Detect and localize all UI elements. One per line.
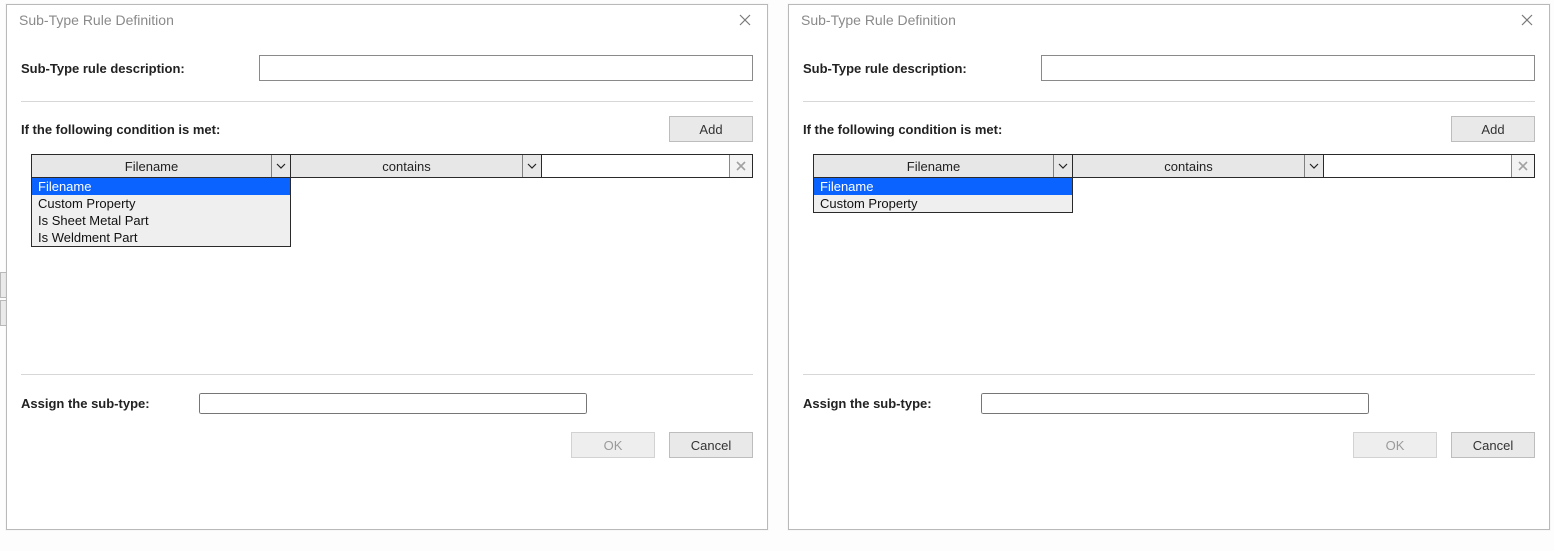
field-combobox-value: Filename	[32, 159, 271, 174]
delete-row-icon[interactable]	[1511, 155, 1534, 177]
ok-button[interactable]: OK	[1353, 432, 1437, 458]
operator-combobox[interactable]: contains	[1073, 155, 1324, 177]
operator-combobox-value: contains	[1073, 159, 1304, 174]
assign-input[interactable]	[199, 393, 587, 414]
add-button[interactable]: Add	[1451, 116, 1535, 142]
operator-combobox-value: contains	[291, 159, 522, 174]
description-input[interactable]	[259, 55, 753, 81]
description-row: Sub-Type rule description:	[21, 43, 753, 102]
chevron-down-icon	[271, 155, 290, 177]
field-combobox-value: Filename	[814, 159, 1053, 174]
dialog-title: Sub-Type Rule Definition	[801, 12, 1513, 28]
condition-label: If the following condition is met:	[21, 122, 220, 137]
cancel-button[interactable]: Cancel	[669, 432, 753, 458]
dropdown-option[interactable]: Is Sheet Metal Part	[32, 212, 290, 229]
assign-row: Assign the sub-type:	[21, 374, 753, 428]
dropdown-option[interactable]: Custom Property	[814, 195, 1072, 212]
chevron-down-icon	[1053, 155, 1072, 177]
assign-label: Assign the sub-type:	[803, 396, 981, 411]
field-combobox[interactable]: Filename	[814, 155, 1073, 177]
condition-row: Filename contains	[31, 154, 753, 178]
description-label: Sub-Type rule description:	[21, 61, 259, 76]
titlebar[interactable]: Sub-Type Rule Definition	[7, 5, 767, 35]
condition-row: Filename contains	[813, 154, 1535, 178]
assign-label: Assign the sub-type:	[21, 396, 199, 411]
subtype-rule-dialog-left: Sub-Type Rule Definition Sub-Type rule d…	[6, 4, 768, 530]
field-dropdown-list[interactable]: FilenameCustom Property	[813, 177, 1073, 213]
condition-area: Filename contains	[803, 150, 1535, 374]
dropdown-option[interactable]: Filename	[32, 178, 290, 195]
ok-button[interactable]: OK	[571, 432, 655, 458]
description-input[interactable]	[1041, 55, 1535, 81]
subtype-rule-dialog-right: Sub-Type Rule Definition Sub-Type rule d…	[788, 4, 1550, 530]
close-icon[interactable]	[1513, 6, 1541, 34]
condition-area: Filename contains	[21, 150, 753, 374]
add-button[interactable]: Add	[669, 116, 753, 142]
dropdown-option[interactable]: Is Weldment Part	[32, 229, 290, 246]
chevron-down-icon	[1304, 155, 1323, 177]
assign-input[interactable]	[981, 393, 1369, 414]
dialog-title: Sub-Type Rule Definition	[19, 12, 731, 28]
condition-header: If the following condition is met: Add	[803, 102, 1535, 150]
dropdown-option[interactable]: Custom Property	[32, 195, 290, 212]
assign-row: Assign the sub-type:	[803, 374, 1535, 428]
description-row: Sub-Type rule description:	[803, 43, 1535, 102]
condition-label: If the following condition is met:	[803, 122, 1002, 137]
dialog-footer: OK Cancel	[803, 428, 1535, 460]
dialog-footer: OK Cancel	[21, 428, 753, 460]
operator-combobox[interactable]: contains	[291, 155, 542, 177]
field-combobox[interactable]: Filename	[32, 155, 291, 177]
cancel-button[interactable]: Cancel	[1451, 432, 1535, 458]
value-input[interactable]	[542, 155, 729, 177]
value-input[interactable]	[1324, 155, 1511, 177]
dropdown-option[interactable]: Filename	[814, 178, 1072, 195]
field-dropdown-list[interactable]: FilenameCustom PropertyIs Sheet Metal Pa…	[31, 177, 291, 247]
condition-header: If the following condition is met: Add	[21, 102, 753, 150]
close-icon[interactable]	[731, 6, 759, 34]
titlebar[interactable]: Sub-Type Rule Definition	[789, 5, 1549, 35]
chevron-down-icon	[522, 155, 541, 177]
description-label: Sub-Type rule description:	[803, 61, 1041, 76]
delete-row-icon[interactable]	[729, 155, 752, 177]
